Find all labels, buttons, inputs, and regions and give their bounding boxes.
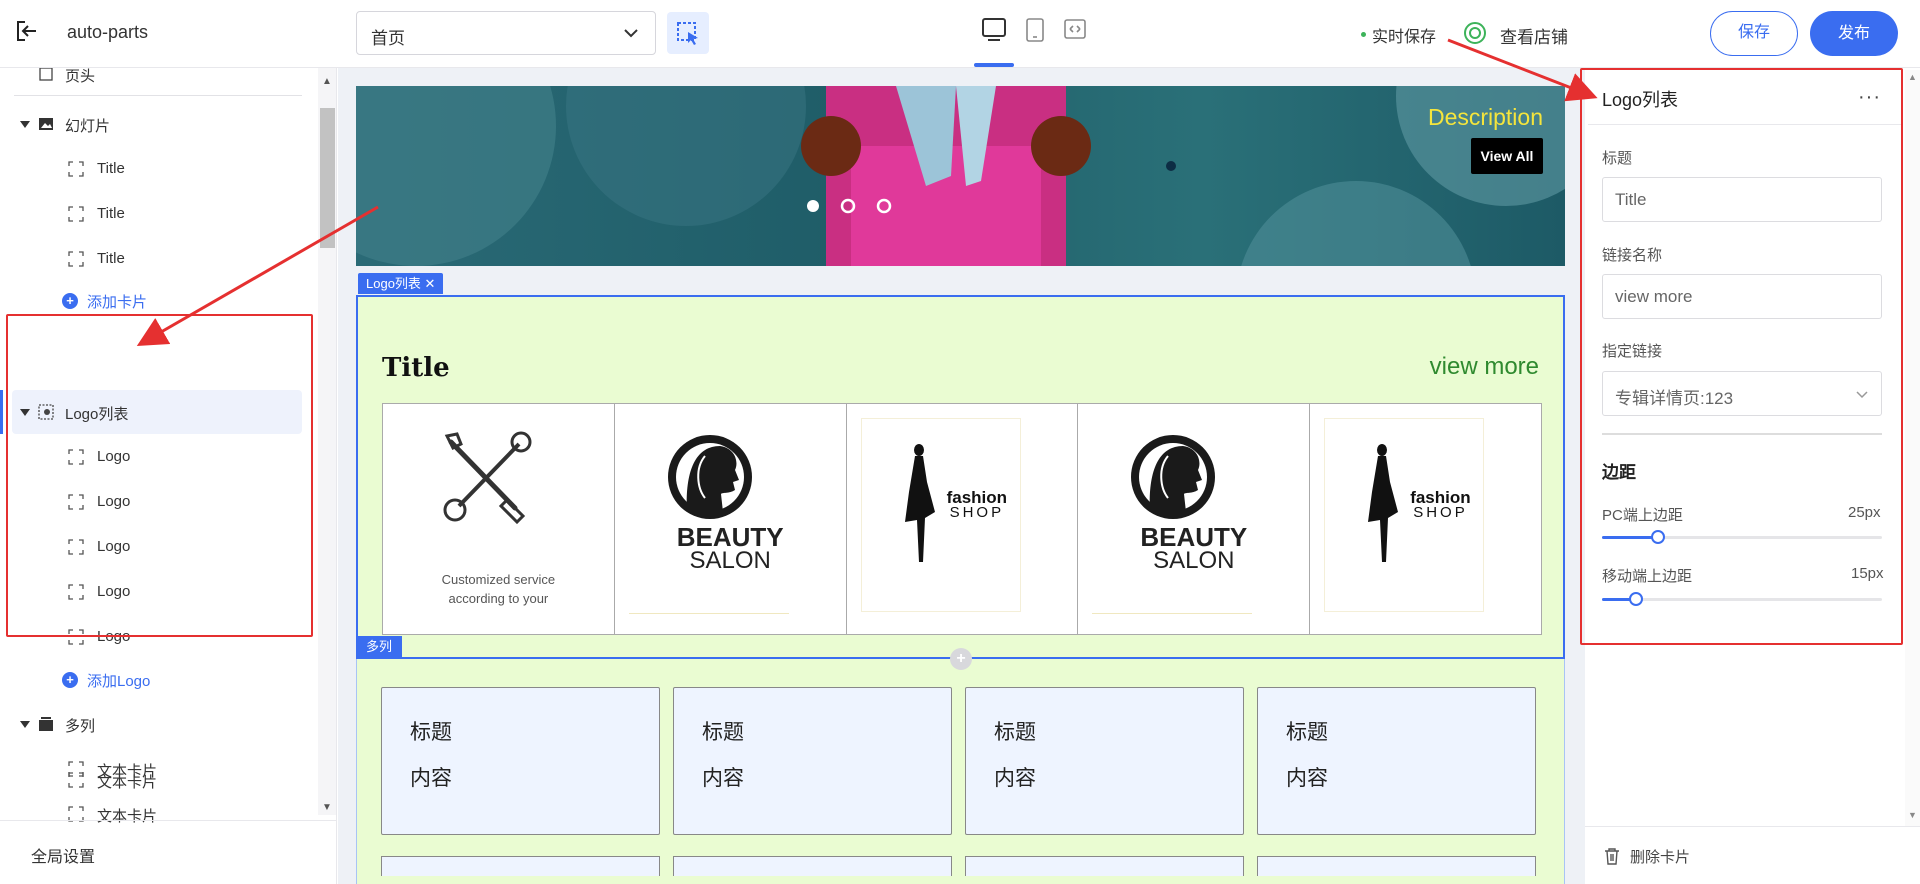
page-select[interactable]: 首页 (356, 11, 656, 55)
trash-icon[interactable] (1604, 847, 1620, 865)
scroll-up-arrow-icon[interactable]: ▲ (1908, 72, 1917, 82)
image-icon (39, 118, 53, 130)
logo-brand-line-2: SALON (689, 547, 771, 574)
banner-description: Description (1427, 104, 1543, 130)
beauty-salon-logo-icon (1131, 435, 1216, 519)
bracket-frame-icon (68, 251, 84, 267)
scroll-down-arrow-icon[interactable]: ▼ (1908, 810, 1917, 820)
tree-item-multi-column[interactable]: 多列 (0, 704, 300, 744)
logo-item[interactable]: Customized service according to your (383, 404, 615, 634)
scroll-up-arrow-icon[interactable]: ▲ (322, 76, 332, 87)
annotation-box-right (1580, 68, 1903, 645)
desktop-view-icon[interactable] (980, 15, 1008, 45)
view-more-link[interactable]: view more (1430, 353, 1539, 381)
multi-column-tag[interactable]: 多列 (356, 636, 403, 657)
exit-icon[interactable] (14, 18, 40, 44)
scroll-down-arrow-icon[interactable]: ▼ (322, 802, 332, 813)
add-logo-link[interactable]: + 添加Logo (0, 659, 300, 699)
text-card[interactable]: 标题 内容 (381, 687, 660, 835)
logo-caption: according to your (448, 591, 549, 606)
beauty-salon-logo-icon (667, 435, 752, 519)
divider (14, 95, 302, 96)
publish-button[interactable]: 发布 (1810, 11, 1898, 56)
logo-list-tag[interactable]: Logo列表 ✕ (358, 273, 444, 294)
page-select-value: 首页 (371, 29, 405, 48)
divider (1092, 613, 1253, 614)
page-header-icon (39, 68, 53, 81)
slideshow-banner[interactable]: Description View All (356, 86, 1565, 266)
text-card[interactable]: 标题 内容 (965, 687, 1244, 835)
app-title: auto-parts (67, 22, 149, 42)
text-card-title: 标题 (702, 721, 744, 744)
caret-down-icon[interactable] (20, 721, 30, 728)
plus-circle-icon: + (62, 672, 78, 688)
plus-circle-icon: + (62, 293, 78, 309)
panel-scrollbar[interactable] (1905, 70, 1920, 826)
banner-photo (356, 86, 1565, 266)
text-card-title: 标题 (410, 721, 452, 744)
caret-down-icon[interactable] (20, 121, 30, 128)
logo-item[interactable]: fashion SHOP (1310, 404, 1541, 634)
text-card[interactable] (381, 856, 660, 876)
tree-item-title[interactable]: Title (0, 194, 300, 234)
sidebar-scroll-thumb[interactable] (320, 108, 335, 248)
logo-item[interactable]: BEAUTY SALON (615, 404, 847, 634)
text-card[interactable] (1257, 856, 1536, 876)
text-card-title: 标题 (994, 721, 1036, 744)
text-card[interactable]: 标题 内容 (673, 687, 952, 835)
chevron-down-icon (624, 29, 638, 38)
text-card[interactable]: 标题 内容 (1257, 687, 1536, 835)
top-toolbar (0, 0, 1920, 68)
bracket-frame-icon (68, 206, 84, 222)
save-button[interactable]: 保存 (1710, 11, 1798, 56)
text-card-content: 内容 (410, 767, 452, 790)
logo-frame (860, 418, 1021, 612)
text-card-content: 内容 (994, 767, 1036, 790)
multi-column-section[interactable]: 标题 内容 标题 内容 标题 内容 标题 内容 (356, 659, 1565, 884)
store-icon[interactable] (1463, 21, 1487, 45)
active-view-indicator (974, 63, 1014, 67)
logo-list-section[interactable]: Title view more Customized service accor… (356, 295, 1565, 659)
global-settings-label: 全局设置 (31, 849, 96, 866)
save-status: 实时保存 (1372, 29, 1437, 46)
bracket-frame-icon (68, 772, 84, 788)
columns-icon (39, 717, 53, 731)
tree-item-slideshow[interactable]: 幻灯片 (0, 104, 300, 144)
view-all-button[interactable]: View All (1471, 138, 1543, 174)
tablet-view-icon[interactable] (1021, 15, 1049, 45)
tree-item-header[interactable]: 页头 (0, 68, 300, 94)
logo-item[interactable]: fashion SHOP (847, 404, 1079, 634)
selection-cursor-icon (677, 22, 698, 45)
divider (628, 613, 789, 614)
logo-grid: Customized service according to your BEA… (382, 403, 1542, 635)
text-card-title: 标题 (1286, 721, 1328, 744)
editor-canvas: Description View All Logo列表 ✕ Title view… (338, 68, 1585, 884)
section-title: Title (382, 353, 450, 383)
bracket-frame-icon (68, 161, 84, 177)
logo-caption: Customized service (441, 572, 556, 587)
logo-frame (1324, 418, 1485, 612)
logo-item[interactable]: BEAUTY SALON (1078, 404, 1311, 634)
fullwidth-view-icon[interactable] (1061, 15, 1089, 45)
text-card[interactable] (673, 856, 952, 876)
global-settings-bar[interactable]: 全局设置 (0, 820, 336, 884)
insert-section-plus-icon[interactable]: + (950, 648, 972, 670)
tree-item-text-card[interactable]: 文本卡片 (0, 771, 300, 791)
tree-item-title[interactable]: Title (0, 149, 300, 189)
logo-brand-line-2: SALON (1153, 547, 1235, 574)
text-card[interactable] (965, 856, 1244, 876)
text-card-content: 内容 (702, 767, 744, 790)
annotation-box-left (6, 314, 313, 637)
carousel-dot-active (807, 200, 819, 212)
text-card-content: 内容 (1286, 767, 1328, 790)
delete-card-button[interactable]: 删除卡片 (1630, 846, 1690, 867)
select-element-button[interactable] (667, 12, 709, 54)
view-store-link[interactable]: 查看店铺 (1500, 23, 1568, 48)
save-status-dot (1361, 32, 1366, 37)
tree-item-title[interactable]: Title (0, 239, 300, 279)
wrench-screwdriver-icon (443, 431, 532, 525)
